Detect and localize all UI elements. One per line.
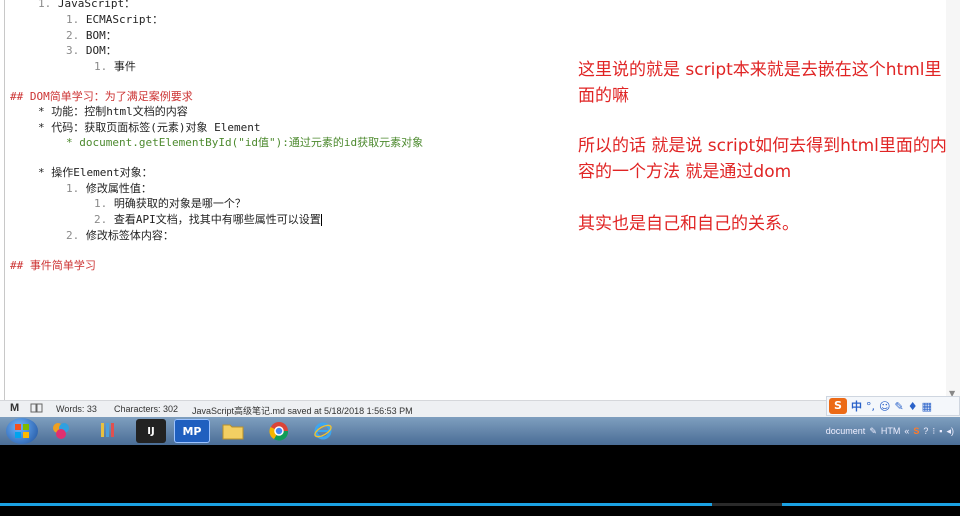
system-tray: document ✎ HTM « S ? ⁝ ▪ ◂) (826, 417, 954, 445)
list-item: 2. 修改标签体内容： (66, 229, 174, 242)
chrome-icon (269, 422, 289, 441)
list-item: 1. 事件 (94, 60, 136, 73)
list-item: 1. JavaScript： (38, 0, 136, 10)
markdown-editor[interactable]: 1. JavaScript： 1. ECMAScript： 2. BOM： 3.… (0, 0, 960, 400)
list-item-code: * document.getElementById("id值"):通过元素的id… (66, 136, 424, 149)
tray-chevron-icon[interactable]: « (904, 426, 909, 436)
sogou-logo-icon[interactable]: S (829, 398, 847, 414)
character-count: Characters: 302 (114, 404, 179, 414)
windows-taskbar: IJ MP document ✎ HTM « S ? ⁝ ▪ ◂) (0, 417, 960, 445)
text-cursor (320, 214, 322, 226)
emoji-icon[interactable]: ☺ (879, 400, 890, 413)
video-progress-bar (0, 503, 960, 506)
ime-language-toggle[interactable]: 中 (851, 398, 862, 414)
section-heading-dom: ## DOM简单学习：为了满足案例要求 (10, 90, 193, 103)
tray-flag-icon[interactable]: ▪ (939, 426, 942, 436)
taskbar-app-explorer[interactable] (218, 419, 248, 443)
tray-document-label[interactable]: document (826, 426, 866, 436)
microphone-icon[interactable]: ♦ (908, 400, 918, 413)
section-heading-events: ## 事件简单学习 (10, 259, 96, 272)
start-button[interactable] (6, 418, 38, 444)
tray-help-icon[interactable]: ? (923, 426, 928, 436)
annotation-note-2: 所以的话 就是说 script如何去得到html里面的内容的一个方法 就是通过d… (578, 136, 947, 182)
save-status: JavaScript高级笔记.md saved at 5/18/2018 1:5… (192, 406, 413, 416)
markdown-mode-icon[interactable]: M (10, 402, 19, 414)
list-item: 1. 修改属性值： (66, 182, 152, 195)
editor-left-border (4, 0, 5, 400)
folder-icon (222, 424, 244, 440)
ime-toolbar[interactable]: S 中 °, ☺ ✎ ♦ ▦ (826, 396, 960, 416)
list-item: 3. DOM： (66, 44, 117, 57)
markdownpad-icon: MP (182, 424, 202, 438)
list-item: 1. 明确获取的对象是哪一个？ (94, 197, 246, 210)
internet-explorer-icon (314, 422, 332, 440)
list-item: * 操作Element对象： (38, 166, 153, 179)
tray-network-icon[interactable]: ⁝ (932, 426, 935, 437)
tray-volume-icon[interactable]: ◂) (946, 426, 954, 437)
taskbar-app-chrome[interactable] (264, 419, 294, 443)
paintbrush-icon (101, 423, 114, 437)
colorful-app-icon (53, 423, 69, 439)
taskbar-app-markdownpad[interactable]: MP (174, 419, 210, 443)
taskbar-app-internet-explorer[interactable] (308, 419, 338, 443)
status-bar: M Words: 33 Characters: 302 JavaScript高级… (0, 400, 960, 418)
toolbox-icon[interactable]: ▦ (922, 400, 932, 413)
list-item: 2. 查看API文档，找其中有哪些属性可以设置 (94, 213, 322, 226)
punctuation-icon[interactable]: °, (866, 400, 875, 413)
taskbar-app-colorful[interactable] (46, 419, 76, 443)
list-item: * 功能：控制html文档的内容 (38, 105, 188, 118)
taskbar-app-intellij[interactable]: IJ (136, 419, 166, 443)
list-item: 1. ECMAScript： (66, 13, 164, 26)
annotation-note-3: 其实也是自己和自己的关系。 (578, 214, 799, 234)
taskbar-app-paintbrushes[interactable] (92, 419, 122, 443)
tray-htm-label[interactable]: HTM (881, 426, 901, 436)
tray-edit-icon[interactable]: ✎ (869, 426, 877, 437)
windows-logo-icon (15, 424, 29, 438)
list-item: * 代码：获取页面标签(元素)对象 Element (38, 121, 261, 134)
annotation-note-1: 这里说的就是 script本来就是去嵌在这个html里面的嘛 (578, 60, 942, 106)
pen-icon[interactable]: ✎ (894, 400, 903, 413)
editor-scrollbar[interactable]: ▼ (946, 0, 960, 400)
list-item: 2. BOM： (66, 29, 117, 42)
word-count: Words: 33 (56, 404, 97, 414)
book-icon[interactable] (30, 403, 43, 415)
intellij-icon: IJ (147, 425, 155, 437)
tray-sogou-icon[interactable]: S (913, 426, 919, 436)
